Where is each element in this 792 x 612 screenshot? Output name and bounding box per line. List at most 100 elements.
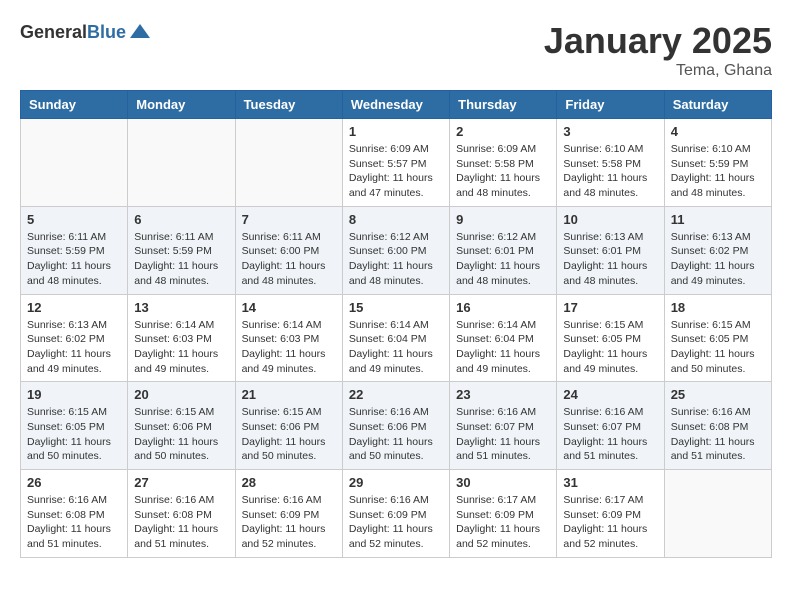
calendar-cell: 16 Sunrise: 6:14 AMSunset: 6:04 PMDayligh… xyxy=(450,294,557,382)
calendar-cell: 8 Sunrise: 6:12 AMSunset: 6:00 PMDaylight… xyxy=(342,206,449,294)
day-info: Sunrise: 6:16 AMSunset: 6:08 PMDaylight:… xyxy=(671,405,765,464)
day-number: 15 xyxy=(349,300,443,315)
day-number: 24 xyxy=(563,387,657,402)
location: Tema, Ghana xyxy=(544,62,772,80)
day-number: 20 xyxy=(134,387,228,402)
day-info: Sunrise: 6:11 AMSunset: 5:59 PMDaylight:… xyxy=(27,230,121,289)
day-number: 18 xyxy=(671,300,765,315)
day-number: 31 xyxy=(563,475,657,490)
month-title: January 2025 xyxy=(544,20,772,62)
calendar-cell: 24 Sunrise: 6:16 AMSunset: 6:07 PMDayligh… xyxy=(557,382,664,470)
page-header: GeneralBlue January 2025 Tema, Ghana xyxy=(20,20,772,80)
calendar-cell: 20 Sunrise: 6:15 AMSunset: 6:06 PMDayligh… xyxy=(128,382,235,470)
day-info: Sunrise: 6:09 AMSunset: 5:58 PMDaylight:… xyxy=(456,142,550,201)
calendar-cell: 30Sunrise: 6:17 AMSunset: 6:09 PMDayligh… xyxy=(450,470,557,558)
day-number: 27 xyxy=(134,475,228,490)
calendar-cell: 23 Sunrise: 6:16 AMSunset: 6:07 PMDayligh… xyxy=(450,382,557,470)
day-number: 21 xyxy=(242,387,336,402)
calendar-cell: 21Sunrise: 6:15 AMSunset: 6:06 PMDayligh… xyxy=(235,382,342,470)
weekday-header: Saturday xyxy=(664,91,771,119)
calendar-cell: 6 Sunrise: 6:11 AMSunset: 5:59 PMDaylight… xyxy=(128,206,235,294)
day-info: Sunrise: 6:13 AMSunset: 6:02 PMDaylight:… xyxy=(27,318,121,377)
day-number: 25 xyxy=(671,387,765,402)
day-number: 3 xyxy=(563,124,657,139)
day-number: 14 xyxy=(242,300,336,315)
day-number: 23 xyxy=(456,387,550,402)
calendar-cell: 3 Sunrise: 6:10 AMSunset: 5:58 PMDaylight… xyxy=(557,119,664,207)
calendar-cell xyxy=(664,470,771,558)
day-number: 12 xyxy=(27,300,121,315)
day-info: Sunrise: 6:16 AMSunset: 6:08 PMDaylight:… xyxy=(134,493,228,552)
calendar-cell: 29 Sunrise: 6:16 AMSunset: 6:09 PMDayligh… xyxy=(342,470,449,558)
calendar-cell: 22Sunrise: 6:16 AMSunset: 6:06 PMDayligh… xyxy=(342,382,449,470)
calendar-cell xyxy=(21,119,128,207)
day-info: Sunrise: 6:16 AMSunset: 6:07 PMDaylight:… xyxy=(456,405,550,464)
day-info: Sunrise: 6:11 AMSunset: 5:59 PMDaylight:… xyxy=(134,230,228,289)
weekday-header: Sunday xyxy=(21,91,128,119)
weekday-header: Wednesday xyxy=(342,91,449,119)
logo-general-text: General xyxy=(20,22,87,42)
weekday-header: Tuesday xyxy=(235,91,342,119)
day-number: 17 xyxy=(563,300,657,315)
day-info: Sunrise: 6:15 AMSunset: 6:05 PMDaylight:… xyxy=(671,318,765,377)
title-block: January 2025 Tema, Ghana xyxy=(544,20,772,80)
day-number: 5 xyxy=(27,212,121,227)
day-number: 19 xyxy=(27,387,121,402)
day-info: Sunrise: 6:15 AMSunset: 6:06 PMDaylight:… xyxy=(134,405,228,464)
day-info: Sunrise: 6:12 AMSunset: 6:00 PMDaylight:… xyxy=(349,230,443,289)
calendar-cell: 4 Sunrise: 6:10 AMSunset: 5:59 PMDaylight… xyxy=(664,119,771,207)
day-info: Sunrise: 6:10 AMSunset: 5:58 PMDaylight:… xyxy=(563,142,657,201)
day-info: Sunrise: 6:16 AMSunset: 6:06 PMDaylight:… xyxy=(349,405,443,464)
day-info: Sunrise: 6:11 AMSunset: 6:00 PMDaylight:… xyxy=(242,230,336,289)
logo-icon xyxy=(128,20,152,44)
day-info: Sunrise: 6:12 AMSunset: 6:01 PMDaylight:… xyxy=(456,230,550,289)
day-info: Sunrise: 6:14 AMSunset: 6:04 PMDaylight:… xyxy=(349,318,443,377)
day-number: 8 xyxy=(349,212,443,227)
day-info: Sunrise: 6:16 AMSunset: 6:09 PMDaylight:… xyxy=(349,493,443,552)
day-number: 6 xyxy=(134,212,228,227)
logo: GeneralBlue xyxy=(20,20,152,44)
day-number: 4 xyxy=(671,124,765,139)
day-info: Sunrise: 6:15 AMSunset: 6:05 PMDaylight:… xyxy=(563,318,657,377)
calendar-table: SundayMondayTuesdayWednesdayThursdayFrid… xyxy=(20,90,772,558)
day-number: 10 xyxy=(563,212,657,227)
day-number: 26 xyxy=(27,475,121,490)
logo-blue-text: Blue xyxy=(87,22,126,42)
calendar-cell: 5 Sunrise: 6:11 AMSunset: 5:59 PMDaylight… xyxy=(21,206,128,294)
calendar-cell: 19 Sunrise: 6:15 AMSunset: 6:05 PMDayligh… xyxy=(21,382,128,470)
calendar-cell: 7Sunrise: 6:11 AMSunset: 6:00 PMDaylight… xyxy=(235,206,342,294)
calendar-cell: 14 Sunrise: 6:14 AMSunset: 6:03 PMDayligh… xyxy=(235,294,342,382)
weekday-header: Monday xyxy=(128,91,235,119)
day-info: Sunrise: 6:10 AMSunset: 5:59 PMDaylight:… xyxy=(671,142,765,201)
calendar-cell: 10 Sunrise: 6:13 AMSunset: 6:01 PMDayligh… xyxy=(557,206,664,294)
day-number: 16 xyxy=(456,300,550,315)
day-info: Sunrise: 6:09 AMSunset: 5:57 PMDaylight:… xyxy=(349,142,443,201)
day-info: Sunrise: 6:16 AMSunset: 6:07 PMDaylight:… xyxy=(563,405,657,464)
day-number: 13 xyxy=(134,300,228,315)
day-number: 30 xyxy=(456,475,550,490)
calendar-cell: 2 Sunrise: 6:09 AMSunset: 5:58 PMDaylight… xyxy=(450,119,557,207)
calendar-cell: 15 Sunrise: 6:14 AMSunset: 6:04 PMDayligh… xyxy=(342,294,449,382)
calendar-cell: 18 Sunrise: 6:15 AMSunset: 6:05 PMDayligh… xyxy=(664,294,771,382)
calendar-cell: 17 Sunrise: 6:15 AMSunset: 6:05 PMDayligh… xyxy=(557,294,664,382)
calendar-cell xyxy=(128,119,235,207)
day-info: Sunrise: 6:15 AMSunset: 6:05 PMDaylight:… xyxy=(27,405,121,464)
day-info: Sunrise: 6:16 AMSunset: 6:08 PMDaylight:… xyxy=(27,493,121,552)
day-number: 2 xyxy=(456,124,550,139)
day-info: Sunrise: 6:13 AMSunset: 6:01 PMDaylight:… xyxy=(563,230,657,289)
weekday-header: Friday xyxy=(557,91,664,119)
calendar-cell: 13Sunrise: 6:14 AMSunset: 6:03 PMDayligh… xyxy=(128,294,235,382)
day-number: 1 xyxy=(349,124,443,139)
day-number: 28 xyxy=(242,475,336,490)
day-number: 9 xyxy=(456,212,550,227)
day-info: Sunrise: 6:16 AMSunset: 6:09 PMDaylight:… xyxy=(242,493,336,552)
calendar-cell xyxy=(235,119,342,207)
calendar-cell: 27 Sunrise: 6:16 AMSunset: 6:08 PMDayligh… xyxy=(128,470,235,558)
calendar-cell: 25 Sunrise: 6:16 AMSunset: 6:08 PMDayligh… xyxy=(664,382,771,470)
day-info: Sunrise: 6:14 AMSunset: 6:04 PMDaylight:… xyxy=(456,318,550,377)
calendar-cell: 28 Sunrise: 6:16 AMSunset: 6:09 PMDayligh… xyxy=(235,470,342,558)
day-info: Sunrise: 6:14 AMSunset: 6:03 PMDaylight:… xyxy=(242,318,336,377)
calendar-cell: 11Sunrise: 6:13 AMSunset: 6:02 PMDayligh… xyxy=(664,206,771,294)
day-number: 29 xyxy=(349,475,443,490)
day-info: Sunrise: 6:17 AMSunset: 6:09 PMDaylight:… xyxy=(563,493,657,552)
